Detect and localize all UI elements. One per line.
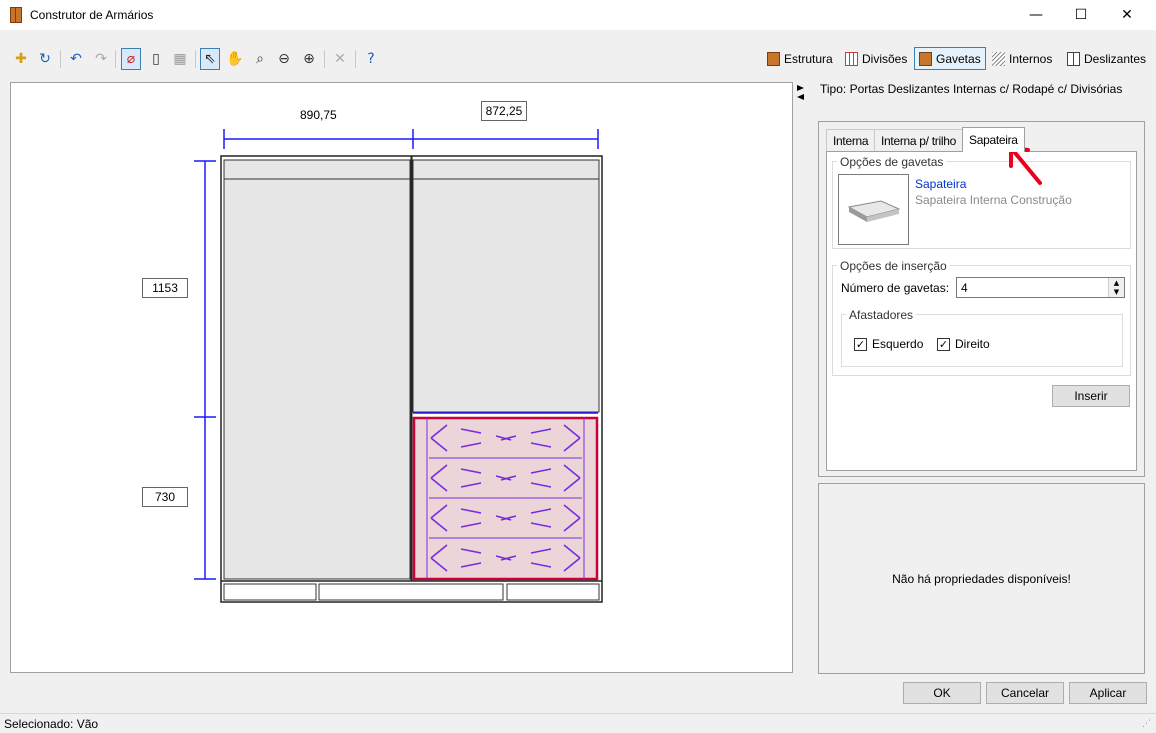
cancel-button[interactable]: Cancelar <box>986 682 1064 704</box>
deslizantes-icon <box>1067 51 1080 66</box>
help-icon[interactable]: ? <box>361 48 381 70</box>
divisoes-icon <box>845 51 858 66</box>
type-label: Tipo: Portas Deslizantes Internas c/ Rod… <box>820 82 1123 96</box>
group-spacers-title: Afastadores <box>846 308 917 322</box>
window-title: Construtor de Armários <box>30 8 154 22</box>
undo-icon[interactable]: ↶ <box>66 48 86 70</box>
drawing-canvas[interactable]: 890,75 872,25 1153 730 <box>10 82 793 673</box>
spin-down-icon[interactable]: ▼ <box>1114 288 1119 296</box>
minimize-button[interactable]: — <box>1013 0 1059 30</box>
close-button[interactable]: ✕ <box>1104 0 1150 30</box>
new-icon[interactable]: ✚ <box>11 48 31 70</box>
maximize-button[interactable]: ☐ <box>1058 0 1104 30</box>
wardrobe-drawing <box>194 129 603 603</box>
pan-hand-icon[interactable]: ✋ <box>225 48 245 70</box>
top-panel-left <box>223 159 411 180</box>
tab-gavetas[interactable]: Gavetas <box>914 47 986 70</box>
tab-estrutura[interactable]: Estrutura <box>763 47 837 70</box>
vertical-dimension <box>194 160 216 580</box>
apply-button[interactable]: Aplicar <box>1069 682 1147 704</box>
gavetas-icon <box>919 51 932 66</box>
direito-checkbox[interactable]: ✓ <box>937 338 950 351</box>
group-drawer-options-title: Opções de gavetas <box>837 155 947 169</box>
drawer-count-spinner[interactable]: ▲ ▼ <box>1108 278 1124 297</box>
dimension-input-upper[interactable]: 1153 <box>142 278 188 298</box>
zoom-in-icon[interactable]: ⊕ <box>299 48 319 70</box>
wardrobe-app-icon <box>10 7 22 23</box>
plinth-center <box>318 583 504 601</box>
insert-button[interactable]: Inserir <box>1052 385 1130 407</box>
status-bar: Selecionado: Vão <box>0 713 1156 733</box>
plinth-right <box>506 583 600 601</box>
refresh-icon[interactable]: ↻ <box>35 48 55 70</box>
tab-internos-label: Internos <box>1009 51 1053 66</box>
direito-label: Direito <box>955 337 990 351</box>
esquerdo-label: Esquerdo <box>872 337 924 351</box>
tab-divisoes-label: Divisões <box>862 51 908 66</box>
dimension-label-left: 890,75 <box>300 108 337 122</box>
right-upper-compartment[interactable] <box>412 178 600 413</box>
panel-icon[interactable]: ▯ <box>146 48 166 70</box>
drawer-count-input[interactable] <box>956 277 1125 298</box>
sapateira-item-desc: Sapateira Interna Construção <box>915 193 1072 207</box>
horizontal-dimension <box>223 129 599 149</box>
tab-internos[interactable]: Internos <box>988 47 1056 70</box>
redo-icon[interactable]: ↷ <box>91 48 111 70</box>
tab-estrutura-label: Estrutura <box>784 51 833 66</box>
select-mode-icon[interactable]: ⌀ <box>121 48 141 70</box>
tab-deslizantes-label: Deslizantes <box>1084 51 1147 66</box>
internos-icon <box>992 51 1005 66</box>
estrutura-icon <box>767 51 780 66</box>
grid-icon[interactable]: ▦ <box>170 48 190 70</box>
ok-button[interactable]: OK <box>903 682 981 704</box>
resize-grip-icon[interactable]: ⋰ <box>1142 719 1151 729</box>
shoe-rack-icon <box>847 200 901 222</box>
title-bar <box>0 0 1156 30</box>
left-compartment[interactable] <box>223 178 411 580</box>
sapateira-item-name[interactable]: Sapateira <box>915 177 966 191</box>
top-panel-right <box>412 159 600 180</box>
drawer-count-label: Número de gavetas: <box>841 281 950 295</box>
properties-panel: Não há propriedades disponíveis! <box>818 483 1145 674</box>
zoom-fit-icon[interactable]: ⌕ <box>250 48 270 70</box>
sapateira-thumbnail[interactable] <box>838 174 909 245</box>
plinth-left <box>223 583 317 601</box>
pointer-icon[interactable]: ⇖ <box>200 48 220 70</box>
group-insert-options-title: Opções de inserção <box>837 259 950 273</box>
tab-gavetas-label: Gavetas <box>936 51 981 66</box>
dimension-input-lower[interactable]: 730 <box>142 487 188 507</box>
spin-up-icon[interactable]: ▲ <box>1114 279 1119 287</box>
esquerdo-checkbox[interactable]: ✓ <box>854 338 867 351</box>
status-text: Selecionado: Vão <box>4 717 99 731</box>
tab-interna[interactable]: Interna <box>826 129 876 151</box>
tab-deslizantes[interactable]: Deslizantes <box>1063 47 1150 70</box>
no-properties-text: Não há propriedades disponíveis! <box>892 571 1071 586</box>
collapse-panel-icon[interactable] <box>795 84 805 102</box>
tab-interna-trilho[interactable]: Interna p/ trilho <box>874 129 963 151</box>
dimension-input-right[interactable]: 872,25 <box>481 101 527 121</box>
zoom-out-icon[interactable]: ⊖ <box>274 48 294 70</box>
tab-divisoes[interactable]: Divisões <box>841 47 911 70</box>
tab-sapateira[interactable]: Sapateira <box>962 127 1025 152</box>
delete-icon[interactable]: ✕ <box>330 48 350 70</box>
